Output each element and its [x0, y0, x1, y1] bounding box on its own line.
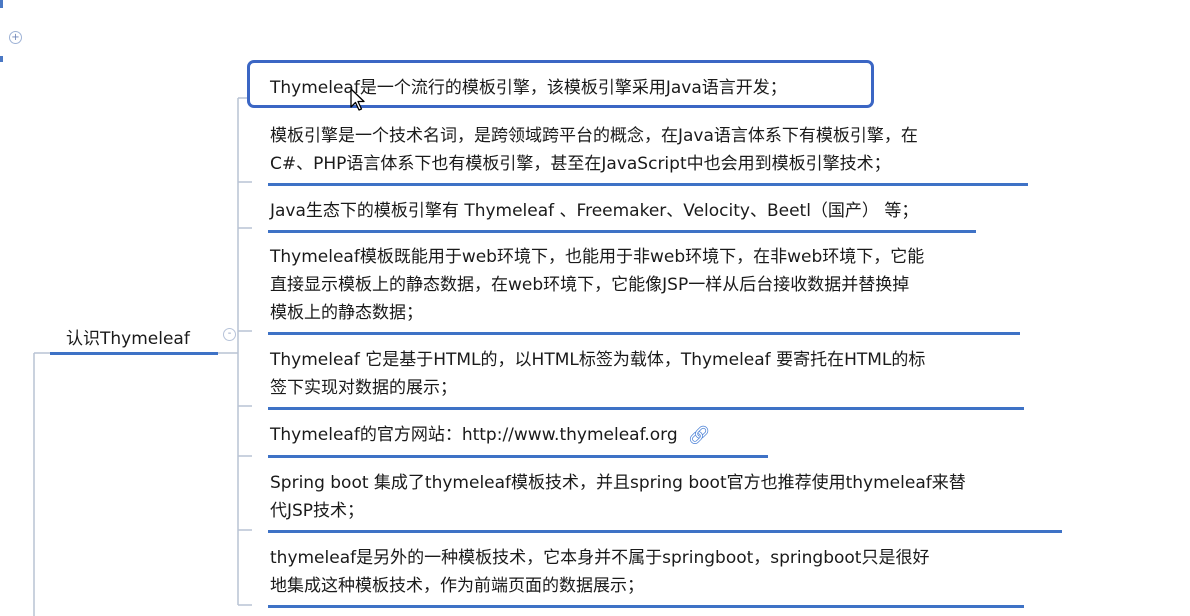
topic-underline [268, 605, 1024, 608]
mindmap-canvas: + 认识Thymeleaf - Thymeleaf是一个流行的模板引擎，该模板引… [0, 0, 1190, 616]
topic-node-6[interactable]: Thymeleaf的官方网站：http://www.thymeleaf.org 🔗… [268, 421, 768, 458]
central-topic-underline [50, 352, 218, 355]
topic-text-line: 模板引擎是一个技术名词，是跨领域跨平台的概念，在Java语言体系下有模板引擎，在 [270, 126, 918, 146]
topic-node-3[interactable]: Java生态下的模板引擎有 Thymeleaf 、Freemaker、Veloc… [268, 197, 976, 233]
link-icon[interactable]: 🔗︎ [688, 422, 711, 450]
arrow-cursor-icon [350, 88, 365, 111]
topic-text-line: Thymeleaf模板既能用于web环境下，也能用于非web环境下，在非web环… [270, 247, 925, 267]
collapse-icon[interactable]: - [223, 328, 236, 341]
topic-underline [268, 407, 1024, 410]
topic-text-line: Java生态下的模板引擎有 Thymeleaf 、Freemaker、Veloc… [270, 201, 919, 221]
topic-node-2[interactable]: 模板引擎是一个技术名词，是跨领域跨平台的概念，在Java语言体系下有模板引擎，在… [268, 122, 1028, 186]
topic-text-line: C#、PHP语言体系下也有模板引擎，甚至在JavaScript中也会用到模板引擎… [270, 154, 891, 174]
topic-text-line: 签下实现对数据的展示； [270, 378, 457, 398]
topic-underline [268, 530, 1062, 533]
topic-text-line: 直接显示模板上的静态数据，在web环境下，它能像JSP一样从后台接收数据并替换掉 [270, 275, 910, 295]
topic-text-line: Thymeleaf 它是基于HTML的，以HTML标签为载体，Thymeleaf… [270, 350, 926, 370]
topic-text-line: Thymeleaf是一个流行的模板引擎，该模板引擎采用Java语言开发； [270, 78, 787, 98]
topic-text-line: 代JSP技术； [270, 501, 365, 521]
topic-underline [268, 230, 976, 233]
topic-node-7[interactable]: Spring boot 集成了thymeleaf模板技术，并且spring bo… [268, 469, 1062, 533]
central-topic-label[interactable]: 认识Thymeleaf [66, 324, 190, 349]
topic-underline [268, 183, 1028, 186]
topic-node-4[interactable]: Thymeleaf模板既能用于web环境下，也能用于非web环境下，在非web环… [268, 243, 1020, 335]
topic-text-line: Spring boot 集成了thymeleaf模板技术，并且spring bo… [270, 473, 966, 493]
topic-text-line: Thymeleaf的官方网站：http://www.thymeleaf.org [270, 425, 678, 445]
topic-underline [268, 455, 768, 458]
topic-underline [268, 332, 1020, 335]
topic-text-line: thymeleaf是另外的一种模板技术，它本身并不属于springboot，sp… [270, 548, 930, 568]
topic-node-5[interactable]: Thymeleaf 它是基于HTML的，以HTML标签为载体，Thymeleaf… [268, 346, 1024, 410]
topic-text-line: 地集成这种模板技术，作为前端页面的数据展示； [270, 576, 644, 596]
topic-node-1[interactable]: Thymeleaf是一个流行的模板引擎，该模板引擎采用Java语言开发； [270, 74, 787, 102]
topic-text-line: 模板上的静态数据； [270, 303, 423, 323]
topic-node-8[interactable]: thymeleaf是另外的一种模板技术，它本身并不属于springboot，sp… [268, 544, 1024, 608]
